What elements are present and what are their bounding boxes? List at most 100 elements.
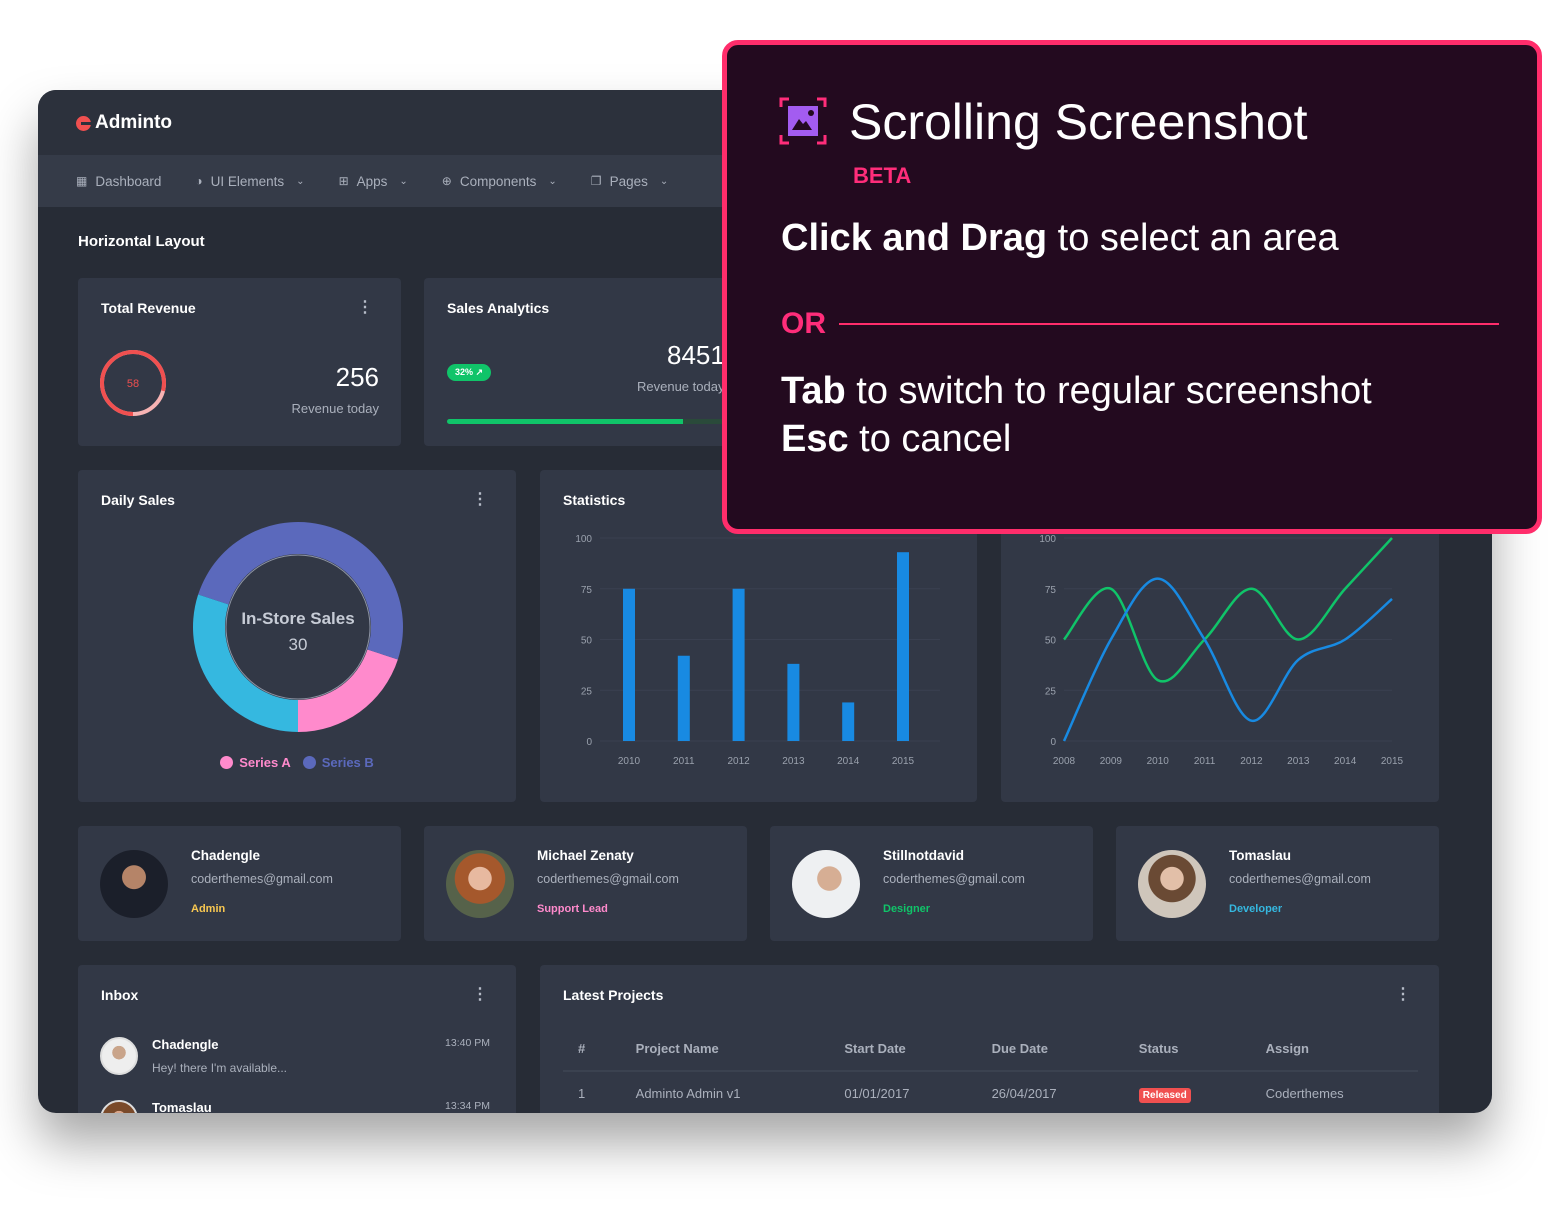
donut-center-label: In-Store Sales bbox=[241, 609, 354, 628]
x-tick-label: 2013 bbox=[782, 756, 805, 767]
bar bbox=[677, 655, 690, 741]
y-tick-label: 100 bbox=[1039, 534, 1056, 545]
analytics-value: 8451 bbox=[667, 340, 725, 370]
user-card[interactable]: Tomaslau coderthemes@gmail.com Developer bbox=[1116, 826, 1439, 941]
nav-label: Apps bbox=[356, 173, 388, 189]
cell-due: 26/04/2017 bbox=[991, 1086, 1057, 1101]
avatar bbox=[100, 850, 168, 918]
nav-pages[interactable]: ❐ Pages ⌄ bbox=[591, 174, 668, 189]
analytics-caption: Revenue today bbox=[637, 379, 725, 394]
nav-components[interactable]: ⊕ Components ⌄ bbox=[442, 174, 557, 189]
more-menu-icon[interactable]: ⋮ bbox=[357, 300, 373, 316]
bar bbox=[623, 588, 635, 741]
inbox-card: Inbox ⋮ Chadengle Hey! there I'm availab… bbox=[78, 965, 516, 1113]
daily-sales-card: Daily Sales ⋮ In-Store Sales 30 Series A… bbox=[78, 470, 516, 802]
user-role: Designer bbox=[883, 903, 931, 915]
message-preview: Hey! there I'm available... bbox=[152, 1061, 288, 1075]
user-name: Michael Zenaty bbox=[537, 848, 634, 863]
chevron-down-icon: ⌄ bbox=[548, 175, 557, 187]
col-assign: Assign bbox=[1250, 1033, 1418, 1072]
latest-projects-card: Latest Projects ⋮ # Project Name Start D… bbox=[540, 965, 1439, 1113]
status-badge: Released bbox=[1138, 1088, 1191, 1103]
nav-label: Components bbox=[459, 173, 537, 189]
card-title: Inbox bbox=[101, 987, 139, 1003]
x-tick-label: 2009 bbox=[1100, 756, 1123, 767]
more-menu-icon[interactable]: ⋮ bbox=[1395, 987, 1411, 1003]
nav-apps[interactable]: ⊞ Apps ⌄ bbox=[339, 174, 408, 189]
chevron-down-icon: ⌄ bbox=[296, 175, 305, 187]
drop-icon: ◑ bbox=[195, 174, 203, 188]
y-tick-label: 50 bbox=[1045, 636, 1057, 647]
y-tick-label: 75 bbox=[1045, 585, 1057, 596]
y-tick-label: 25 bbox=[1045, 686, 1057, 697]
y-tick-label: 75 bbox=[581, 585, 593, 596]
more-menu-icon[interactable]: ⋮ bbox=[472, 987, 488, 1003]
user-email: coderthemes@gmail.com bbox=[537, 872, 679, 886]
globe-icon: ⊕ bbox=[441, 174, 452, 188]
y-tick-label: 100 bbox=[575, 534, 592, 545]
user-role: Admin bbox=[191, 903, 226, 915]
user-card[interactable]: Chadengle coderthemes@gmail.com Admin bbox=[78, 826, 401, 941]
beta-badge: BETA bbox=[853, 163, 912, 188]
scrolling-screenshot-overlay: Scrolling Screenshot BETA Click and Drag… bbox=[722, 40, 1542, 534]
col-project-name: Project Name bbox=[620, 1033, 830, 1072]
chevron-down-icon: ⌄ bbox=[659, 175, 669, 187]
progress-fill bbox=[447, 419, 683, 424]
app-name: Adminto bbox=[95, 112, 173, 133]
user-email: coderthemes@gmail.com bbox=[191, 872, 333, 886]
bar bbox=[787, 663, 800, 741]
page-title: Horizontal Layout bbox=[78, 233, 205, 250]
message-time: 13:40 PM bbox=[445, 1037, 490, 1049]
daily-sales-donut: In-Store Sales 30 bbox=[192, 522, 403, 732]
legend-series-a[interactable]: Series A bbox=[220, 755, 291, 770]
logo[interactable]: Adminto bbox=[76, 112, 172, 134]
legend-dot bbox=[220, 756, 234, 769]
user-card[interactable]: Stillnotdavid coderthemes@gmail.com Desi… bbox=[770, 826, 1093, 941]
screenshot-image-icon bbox=[779, 97, 827, 145]
avatar bbox=[100, 1100, 138, 1113]
series-line bbox=[1062, 577, 1393, 742]
key-label: Tab bbox=[781, 370, 846, 412]
cell-name: Adminto Admin v1 bbox=[635, 1086, 741, 1101]
x-tick-label: 2010 bbox=[1147, 756, 1170, 767]
y-tick-label: 25 bbox=[581, 686, 593, 697]
y-tick-label: 0 bbox=[1050, 737, 1056, 748]
card-title: Latest Projects bbox=[563, 987, 664, 1003]
table-row[interactable]: 1 Adminto Admin v1 01/01/2017 26/04/2017… bbox=[563, 1071, 1418, 1113]
page-icon: ❐ bbox=[590, 174, 602, 188]
cell-assign: Coderthemes bbox=[1265, 1086, 1344, 1101]
logo-icon bbox=[76, 115, 91, 131]
sender-name: Tomaslau bbox=[152, 1100, 212, 1113]
donut-center-value: 30 bbox=[289, 635, 308, 654]
cell-id: 1 bbox=[578, 1086, 586, 1101]
separator-line bbox=[839, 323, 1499, 325]
y-tick-label: 0 bbox=[586, 737, 592, 748]
user-email: coderthemes@gmail.com bbox=[883, 872, 1025, 886]
cell-status: Released bbox=[1124, 1071, 1251, 1113]
instruction-text: to select an area bbox=[1047, 217, 1339, 259]
legend-label: Series B bbox=[321, 755, 374, 770]
x-tick-label: 2011 bbox=[1194, 756, 1216, 767]
key-label: Click and Drag bbox=[781, 217, 1048, 259]
user-role: Support Lead bbox=[537, 903, 608, 915]
instruction-tab: Tab to switch to regular screenshot bbox=[781, 370, 1372, 413]
legend-series-b[interactable]: Series B bbox=[302, 755, 374, 770]
cell-start: 01/01/2017 bbox=[844, 1086, 910, 1101]
projects-table: # Project Name Start Date Due Date Statu… bbox=[563, 1033, 1418, 1113]
donut-slice bbox=[298, 649, 398, 732]
user-card[interactable]: Michael Zenaty coderthemes@gmail.com Sup… bbox=[424, 826, 747, 941]
nav-dashboard[interactable]: ▦ Dashboard bbox=[76, 174, 161, 189]
chart-legend: Series A Series B bbox=[78, 755, 516, 770]
series-line bbox=[1063, 537, 1393, 683]
nav-label: Pages bbox=[609, 173, 648, 189]
sender-name: Chadengle bbox=[152, 1037, 219, 1052]
instruction-esc: Esc to cancel bbox=[781, 418, 1011, 461]
bar bbox=[732, 588, 745, 741]
revenue-caption: Revenue today bbox=[291, 401, 379, 416]
nav-ui-elements[interactable]: ◑ UI Elements ⌄ bbox=[195, 174, 304, 189]
avatar bbox=[1138, 850, 1206, 918]
key-label: Esc bbox=[781, 418, 849, 460]
x-tick-label: 2014 bbox=[1334, 756, 1357, 767]
x-tick-label: 2013 bbox=[1287, 756, 1310, 767]
user-name: Stillnotdavid bbox=[883, 848, 964, 863]
